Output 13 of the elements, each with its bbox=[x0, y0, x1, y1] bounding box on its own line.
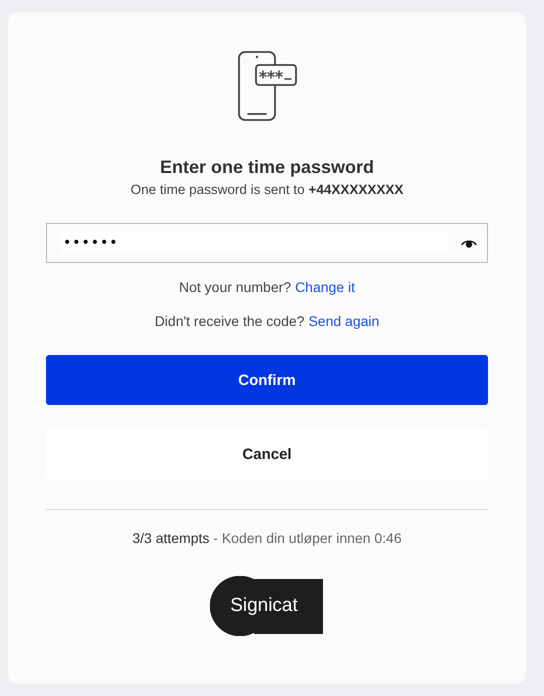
cancel-button[interactable]: Cancel bbox=[46, 429, 488, 479]
attempts-text: 3/3 attempts bbox=[132, 530, 210, 546]
phone-icon bbox=[236, 50, 298, 122]
expiry-text: - Koden din utløper innen 0:46 bbox=[212, 530, 402, 546]
heading: Enter one time password bbox=[158, 156, 376, 178]
password-field[interactable]: •••••• bbox=[46, 223, 488, 263]
confirm-button[interactable]: Confirm bbox=[46, 355, 488, 405]
logo-text: Signicat bbox=[230, 595, 298, 617]
prompt-text: Didn't receive the code? bbox=[154, 312, 304, 331]
link[interactable]: Send again bbox=[308, 311, 380, 331]
subtitle-text: One time password is sent to +44XXXXXXXX bbox=[130, 182, 404, 197]
link[interactable]: Change it bbox=[295, 277, 355, 297]
prompt-text: Not your number? bbox=[179, 278, 292, 297]
